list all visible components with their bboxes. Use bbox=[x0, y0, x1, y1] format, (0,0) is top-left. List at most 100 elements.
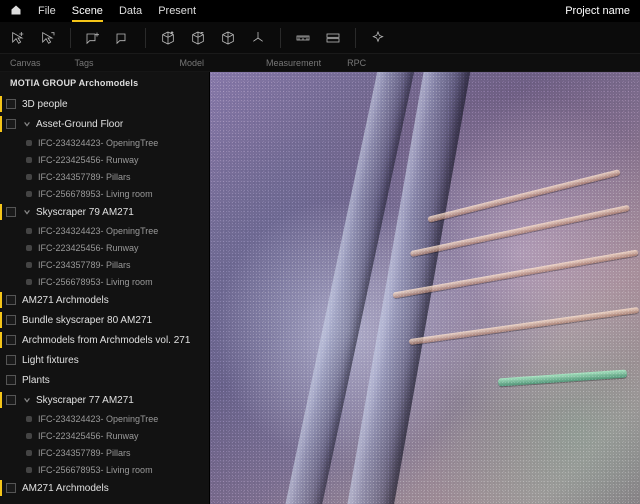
menu-present[interactable]: Present bbox=[158, 5, 196, 17]
tree-leaf[interactable]: IFC-256678953- Living room bbox=[0, 461, 209, 478]
tab-model[interactable]: Model bbox=[180, 58, 205, 68]
sidebar: MOTIA GROUP Archomodels 3D people Asset-G… bbox=[0, 72, 210, 504]
visibility-checkbox[interactable] bbox=[6, 335, 16, 345]
tree-group-label: Skyscraper 79 AM271 bbox=[36, 207, 134, 218]
node-status-icon bbox=[26, 245, 32, 251]
node-status-icon bbox=[26, 467, 32, 473]
tab-rpc[interactable]: RPC bbox=[347, 58, 366, 68]
tree-group[interactable]: Light fixtures bbox=[0, 350, 209, 370]
node-status-icon bbox=[26, 279, 32, 285]
node-status-icon bbox=[26, 228, 32, 234]
visibility-checkbox[interactable] bbox=[6, 99, 16, 109]
node-status-icon bbox=[26, 433, 32, 439]
tree-group[interactable]: Skyscraper 77 AM271 bbox=[0, 390, 209, 410]
tree-leaf[interactable]: IFC-223425456- Runway bbox=[0, 151, 209, 168]
toolbar bbox=[0, 22, 640, 54]
visibility-checkbox[interactable] bbox=[6, 395, 16, 405]
tree-leaf[interactable]: IFC-234357789- Pillars bbox=[0, 444, 209, 461]
tree-leaf-label: IFC-256678953- Living room bbox=[38, 277, 153, 287]
tag-icon[interactable] bbox=[113, 28, 133, 48]
tree-group[interactable]: AM271 Archmodels bbox=[0, 290, 209, 310]
tree-group[interactable]: AM271 Archmodels bbox=[0, 478, 209, 498]
visibility-checkbox[interactable] bbox=[6, 355, 16, 365]
tag-plus-icon[interactable] bbox=[83, 28, 103, 48]
ruler-icon[interactable] bbox=[293, 28, 313, 48]
tree-leaf[interactable]: IFC-234357789- Pillars bbox=[0, 168, 209, 185]
tree-leaf-label: IFC-234324423- OpeningTree bbox=[38, 414, 158, 424]
app-root: File Scene Data Present Project name Can… bbox=[0, 0, 640, 504]
project-name[interactable]: Project name bbox=[565, 5, 630, 17]
tree-group[interactable]: Skyscraper 79 AM271 bbox=[0, 202, 209, 222]
tree-group[interactable]: Archmodels from Archmodels vol. 271 bbox=[0, 330, 209, 350]
tree-leaf[interactable]: IFC-234324423- OpeningTree bbox=[0, 222, 209, 239]
cursor-branch-icon[interactable] bbox=[38, 28, 58, 48]
tree-leaf-label: IFC-223425456- Runway bbox=[38, 155, 139, 165]
chevron-down-icon[interactable] bbox=[22, 119, 32, 129]
tree-group[interactable]: 3D people bbox=[0, 94, 209, 114]
tab-canvas[interactable]: Canvas bbox=[10, 58, 41, 68]
tree-leaf-label: IFC-234357789- Pillars bbox=[38, 260, 131, 270]
viewport-3d[interactable] bbox=[210, 72, 640, 504]
visibility-checkbox[interactable] bbox=[6, 207, 16, 217]
chevron-down-icon[interactable] bbox=[22, 395, 32, 405]
tree-group[interactable]: Plants bbox=[0, 370, 209, 390]
tree-leaf[interactable]: IFC-223425456- Runway bbox=[0, 427, 209, 444]
tree-leaf-label: IFC-256678953- Living room bbox=[38, 465, 153, 475]
tree-leaf-label: IFC-234324423- OpeningTree bbox=[38, 226, 158, 236]
tree-leaf-label: IFC-223425456- Runway bbox=[38, 243, 139, 253]
tree-group-label: Bundle skyscraper 80 AM271 bbox=[22, 315, 152, 326]
tree-group[interactable]: Asset-Ground Floor bbox=[0, 114, 209, 134]
tree-group-label: Skyscraper 77 AM271 bbox=[36, 395, 134, 406]
tab-measurement[interactable]: Measurement bbox=[266, 58, 321, 68]
tree-leaf-label: IFC-234357789- Pillars bbox=[38, 448, 131, 458]
menu-file[interactable]: File bbox=[38, 5, 56, 17]
home-icon[interactable] bbox=[10, 4, 22, 19]
cube-icon[interactable] bbox=[218, 28, 238, 48]
tree-group[interactable]: Bundle skyscraper 80 AM271 bbox=[0, 310, 209, 330]
tree-group-label: Light fixtures bbox=[22, 355, 79, 366]
chevron-down-icon[interactable] bbox=[22, 207, 32, 217]
tree-leaf[interactable]: IFC-234324423- OpeningTree bbox=[0, 134, 209, 151]
tree-leaf-label: IFC-234357789- Pillars bbox=[38, 172, 131, 182]
menu-data[interactable]: Data bbox=[119, 5, 142, 17]
tree-leaf[interactable]: IFC-223425456- Runway bbox=[0, 239, 209, 256]
visibility-checkbox[interactable] bbox=[6, 119, 16, 129]
node-status-icon bbox=[26, 450, 32, 456]
cube-minus-icon[interactable] bbox=[188, 28, 208, 48]
tree-group-label: Plants bbox=[22, 375, 50, 386]
cursor-plus-icon[interactable] bbox=[8, 28, 28, 48]
visibility-checkbox[interactable] bbox=[6, 315, 16, 325]
node-status-icon bbox=[26, 191, 32, 197]
visibility-checkbox[interactable] bbox=[6, 375, 16, 385]
ruler-stack-icon[interactable] bbox=[323, 28, 343, 48]
tree-group-label: 3D people bbox=[22, 99, 68, 110]
cube-plus-icon[interactable] bbox=[158, 28, 178, 48]
node-status-icon bbox=[26, 262, 32, 268]
tree-leaf[interactable]: IFC-234324423- OpeningTree bbox=[0, 410, 209, 427]
tree-leaf-label: IFC-256678953- Living room bbox=[38, 189, 153, 199]
visibility-checkbox[interactable] bbox=[6, 295, 16, 305]
tree-leaf[interactable]: IFC-256678953- Living room bbox=[0, 185, 209, 202]
sidebar-title: MOTIA GROUP Archomodels bbox=[0, 72, 209, 94]
body: MOTIA GROUP Archomodels 3D people Asset-G… bbox=[0, 72, 640, 504]
tree-leaf[interactable]: IFC-256678953- Living room bbox=[0, 273, 209, 290]
node-status-icon bbox=[26, 174, 32, 180]
visibility-checkbox[interactable] bbox=[6, 483, 16, 493]
menubar: File Scene Data Present Project name bbox=[0, 0, 640, 22]
tree-group-label: Asset-Ground Floor bbox=[36, 119, 123, 130]
tree-leaf[interactable]: IFC-234357789- Pillars bbox=[0, 256, 209, 273]
tree-group-label: AM271 Archmodels bbox=[22, 295, 109, 306]
axis-icon[interactable] bbox=[248, 28, 268, 48]
tree-group-label: Archmodels from Archmodels vol. 271 bbox=[22, 335, 190, 346]
menu-scene[interactable]: Scene bbox=[72, 5, 103, 17]
tree-leaf-label: IFC-234324423- OpeningTree bbox=[38, 138, 158, 148]
scene-tree[interactable]: 3D people Asset-Ground Floor IFC-234324423… bbox=[0, 94, 209, 504]
tree-leaf-label: IFC-223425456- Runway bbox=[38, 431, 139, 441]
tree-group-label: AM271 Archmodels bbox=[22, 483, 109, 494]
node-status-icon bbox=[26, 140, 32, 146]
node-status-icon bbox=[26, 157, 32, 163]
tab-tags[interactable]: Tags bbox=[75, 58, 94, 68]
sparkle-icon[interactable] bbox=[368, 28, 388, 48]
tabstrip: Canvas Tags Model Measurement RPC bbox=[0, 54, 640, 72]
node-status-icon bbox=[26, 416, 32, 422]
